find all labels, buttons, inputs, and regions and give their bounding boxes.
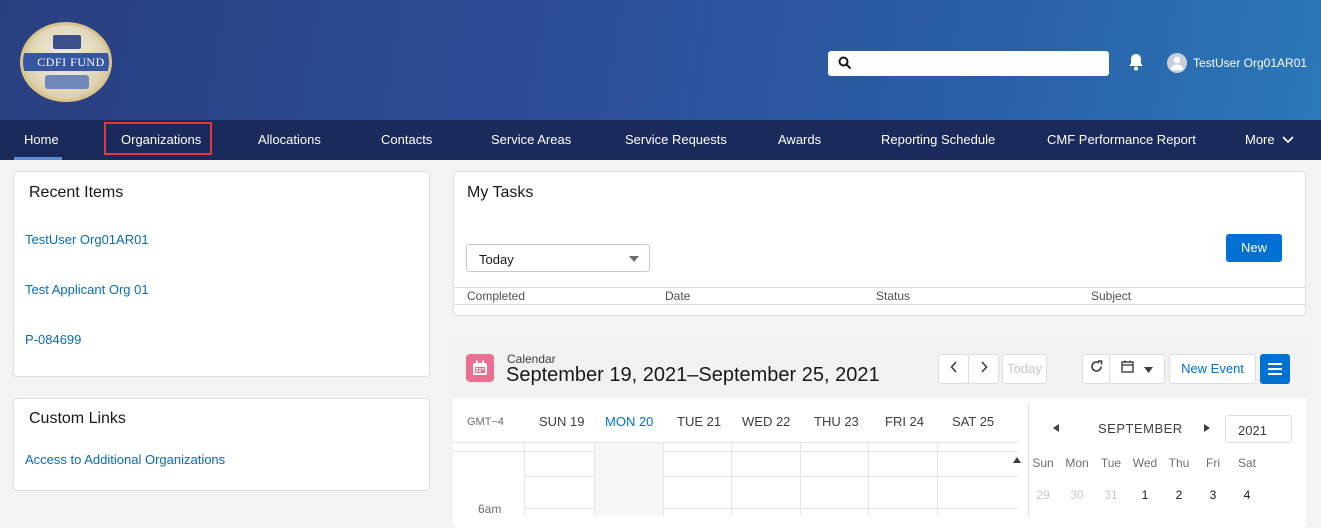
scroll-up-icon[interactable]: [1013, 457, 1021, 463]
grid-line: [800, 442, 801, 516]
logo-building: [53, 35, 81, 49]
my-tasks-title: My Tasks: [467, 184, 534, 201]
notifications-bell-icon[interactable]: [1128, 53, 1144, 74]
global-search-input[interactable]: [828, 51, 1109, 76]
calendar-view-menu[interactable]: [1109, 354, 1165, 384]
mini-calendar-day[interactable]: 4: [1233, 488, 1261, 502]
mini-calendar-day[interactable]: 1: [1131, 488, 1159, 502]
mini-calendar-day[interactable]: 31: [1097, 488, 1125, 502]
custom-link[interactable]: Access to Additional Organizations: [25, 452, 225, 467]
user-name[interactable]: TestUser Org01AR01: [1193, 56, 1307, 70]
nav-item-awards[interactable]: Awards: [778, 120, 821, 160]
refresh-icon: [1090, 360, 1102, 372]
mini-calendar-day[interactable]: 29: [1029, 488, 1057, 502]
previous-week-button[interactable]: [938, 354, 969, 384]
tasks-table-header: Completed Date Status Subject: [453, 287, 1305, 305]
day-header[interactable]: SAT 25: [952, 414, 994, 429]
logo-text: CDFI FUND: [37, 55, 105, 69]
mini-calendar-month: SEPTEMBER: [1098, 421, 1183, 436]
chevron-down-icon: [1282, 136, 1294, 144]
recent-item-link[interactable]: P-084699: [25, 332, 81, 347]
mini-calendar-year-select[interactable]: 2021: [1225, 415, 1292, 443]
day-header[interactable]: TUE 21: [677, 414, 721, 429]
column-completed[interactable]: Completed: [467, 289, 525, 303]
nav-item-reporting-schedule[interactable]: Reporting Schedule: [881, 120, 995, 160]
tasks-filter-select[interactable]: Today: [466, 244, 650, 272]
list-icon: [1268, 363, 1282, 375]
logo-skyline: [45, 75, 89, 89]
grid-line: [937, 442, 938, 516]
nav-item-home[interactable]: Home: [24, 120, 59, 160]
grid-line: [868, 442, 869, 516]
day-header[interactable]: WED 22: [742, 414, 790, 429]
column-status[interactable]: Status: [876, 289, 910, 303]
new-task-button[interactable]: New: [1226, 234, 1282, 262]
chevron-right-icon: [980, 361, 988, 373]
active-tab-indicator: [14, 157, 62, 160]
user-avatar[interactable]: [1167, 53, 1187, 73]
mini-calendar-day[interactable]: 30: [1063, 488, 1091, 502]
current-day-column: [594, 443, 663, 516]
grid-line: [453, 442, 1018, 443]
nav-item-allocations[interactable]: Allocations: [258, 120, 321, 160]
nav-item-contacts[interactable]: Contacts: [381, 120, 432, 160]
recent-item-link[interactable]: Test Applicant Org 01: [25, 282, 149, 297]
weekday-label: Sat: [1237, 456, 1256, 470]
new-event-button[interactable]: New Event: [1169, 354, 1256, 384]
nav-item-more[interactable]: More: [1245, 120, 1294, 160]
tasks-filter-value: Today: [479, 252, 514, 267]
day-header[interactable]: FRI 24: [885, 414, 924, 429]
weekday-label: Mon: [1065, 456, 1089, 470]
caret-down-icon: [629, 256, 639, 262]
recent-items-title: Recent Items: [29, 184, 124, 201]
grid-line: [663, 442, 664, 516]
mini-calendar-day[interactable]: 3: [1199, 488, 1227, 502]
chevron-left-icon: [949, 361, 957, 373]
timezone-label: GMT−4: [467, 416, 504, 428]
day-header[interactable]: THU 23: [814, 414, 859, 429]
weekday-label: Wed: [1132, 456, 1158, 470]
more-label: More: [1245, 132, 1275, 147]
next-week-button[interactable]: [968, 354, 999, 384]
weekday-label: Fri: [1206, 456, 1220, 470]
day-header-current[interactable]: MON 20: [605, 414, 653, 429]
weekday-label: Sun: [1032, 456, 1054, 470]
today-button[interactable]: Today: [1002, 354, 1047, 384]
weekday-label: Thu: [1168, 456, 1190, 470]
caret-down-icon: [1143, 367, 1153, 373]
grid-line: [731, 442, 732, 516]
organizations-highlight-box: [104, 122, 212, 155]
refresh-button[interactable]: [1082, 354, 1110, 384]
mini-calendar-year: 2021: [1238, 423, 1267, 438]
nav-item-service-areas[interactable]: Service Areas: [491, 120, 571, 160]
prev-month-icon[interactable]: [1053, 424, 1059, 432]
grid-line: [594, 442, 595, 516]
grid-line: [524, 442, 525, 516]
time-label: 6am: [478, 502, 502, 516]
weekday-label: Tue: [1100, 456, 1122, 470]
cdfi-fund-logo[interactable]: CDFI FUND: [20, 22, 112, 102]
search-icon: [838, 56, 852, 73]
mini-calendar-day[interactable]: 2: [1165, 488, 1193, 502]
nav-item-service-requests[interactable]: Service Requests: [625, 120, 727, 160]
nav-item-cmf-performance-report[interactable]: CMF Performance Report: [1047, 120, 1196, 160]
day-header[interactable]: SUN 19: [539, 414, 585, 429]
calendar-icon: [466, 354, 494, 382]
calendar-grid-icon: [1121, 360, 1134, 373]
calendar-date-range: September 19, 2021–September 25, 2021: [506, 364, 880, 386]
column-date[interactable]: Date: [665, 289, 690, 303]
column-subject[interactable]: Subject: [1091, 289, 1131, 303]
custom-links-title: Custom Links: [29, 410, 126, 427]
recent-item-link[interactable]: TestUser Org01AR01: [25, 232, 149, 247]
app-header: CDFI FUND TestUser Org01AR01: [0, 0, 1321, 120]
grid-line: [453, 451, 1018, 452]
calendar-list-view-button[interactable]: [1260, 354, 1290, 384]
next-month-icon[interactable]: [1204, 424, 1210, 432]
